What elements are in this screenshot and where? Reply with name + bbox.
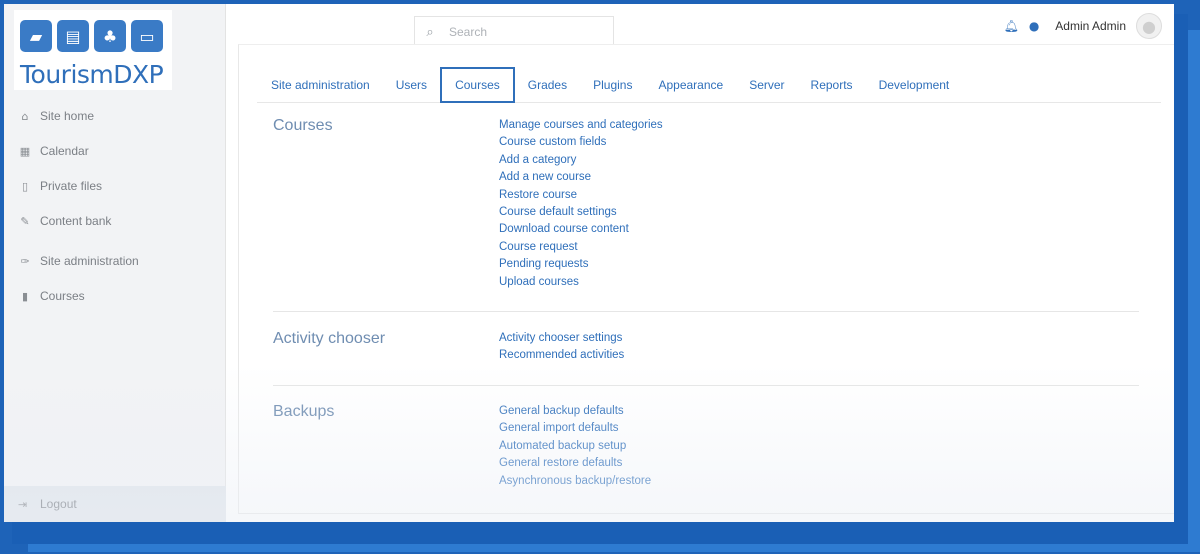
home-icon: ⌂ [21, 109, 29, 123]
section-divider [273, 311, 1139, 312]
sidebar-item-private-files[interactable]: ▯ Private files [4, 174, 226, 198]
sidebar-item-label: Calendar [40, 144, 89, 158]
link-pending-requests[interactable]: Pending requests [499, 256, 663, 273]
section-title: Backups [273, 403, 335, 420]
logout-button[interactable]: ⇥ Logout [4, 486, 226, 522]
logo[interactable]: ▰ ▤ ♣ ▭ TourismDXP [14, 10, 172, 90]
sidebar-item-label: Site administration [40, 254, 139, 268]
sidebar-item-site-home[interactable]: ⌂ Site home [4, 104, 226, 128]
tab-courses[interactable]: Courses [440, 66, 515, 103]
link-add-new-course[interactable]: Add a new course [499, 169, 663, 186]
building-icon: ▤ [57, 20, 89, 52]
link-restore-course[interactable]: Restore course [499, 187, 663, 204]
tab-server[interactable]: Server [736, 67, 797, 103]
sign-out-icon: ⇥ [18, 497, 28, 511]
bell-icon[interactable]: 🔔︎ [1004, 19, 1019, 33]
paintbrush-icon: ✎ [20, 214, 30, 228]
chat-icon[interactable]: ● [1029, 19, 1039, 33]
logo-icons: ▰ ▤ ♣ ▭ [20, 20, 163, 52]
section-title: Activity chooser [273, 330, 386, 347]
section-links: Manage courses and categories Course cus… [499, 117, 663, 291]
link-automated-backup-setup[interactable]: Automated backup setup [499, 438, 651, 455]
link-recommended-activities[interactable]: Recommended activities [499, 347, 624, 364]
link-manage-courses[interactable]: Manage courses and categories [499, 117, 663, 134]
link-general-restore-defaults[interactable]: General restore defaults [499, 455, 651, 472]
search-input[interactable] [449, 25, 609, 39]
tab-development[interactable]: Development [866, 67, 963, 103]
sidebar-item-label: Private files [40, 179, 103, 193]
admin-card: Site administration Users Courses Grades… [238, 44, 1174, 514]
admin-tabs: Site administration Users Courses Grades… [257, 66, 1161, 103]
tab-grades[interactable]: Grades [515, 67, 580, 103]
sidebar-item-site-administration[interactable]: ✑ Site administration [4, 249, 226, 273]
tab-appearance[interactable]: Appearance [645, 67, 736, 103]
sidebar-item-label: Site home [40, 109, 95, 123]
avatar[interactable]: ● [1136, 13, 1162, 39]
logo-text: TourismDXP [20, 60, 164, 89]
section-links: General backup defaults General import d… [499, 403, 651, 490]
link-download-course-content[interactable]: Download course content [499, 221, 663, 238]
link-activity-chooser-settings[interactable]: Activity chooser settings [499, 330, 624, 347]
link-general-import-defaults[interactable]: General import defaults [499, 420, 651, 437]
link-course-default-settings[interactable]: Course default settings [499, 204, 663, 221]
link-course-custom-fields[interactable]: Course custom fields [499, 134, 663, 151]
sidebar-item-label: Content bank [40, 214, 112, 228]
palm-tree-icon: ♣ [94, 20, 126, 52]
user-name[interactable]: Admin Admin [1055, 19, 1126, 33]
sidebar-item-courses[interactable]: ▮ Courses [4, 284, 226, 308]
sidebar: ▰ ▤ ♣ ▭ TourismDXP ⌂ Site home ▦ Calenda… [4, 4, 226, 522]
sidebar-item-content-bank[interactable]: ✎ Content bank [4, 209, 226, 233]
archive-icon: ▮ [21, 289, 29, 303]
logout-label: Logout [40, 497, 77, 511]
link-course-request[interactable]: Course request [499, 239, 663, 256]
tab-plugins[interactable]: Plugins [580, 67, 645, 103]
sidebar-item-calendar[interactable]: ▦ Calendar [4, 139, 226, 163]
sidebar-item-label: Courses [40, 289, 85, 303]
section-divider [273, 385, 1139, 386]
search-icon: ⌕ [426, 24, 434, 40]
user-area: 🔔︎ ● Admin Admin ● [1004, 12, 1162, 40]
tab-users[interactable]: Users [383, 67, 440, 103]
section-title: Courses [273, 117, 333, 134]
browser-window: ▰ ▤ ♣ ▭ TourismDXP ⌂ Site home ▦ Calenda… [4, 4, 1174, 522]
file-icon: ▯ [21, 179, 29, 193]
link-add-category[interactable]: Add a category [499, 152, 663, 169]
link-async-backup-restore[interactable]: Asynchronous backup/restore [499, 473, 651, 490]
link-upload-courses[interactable]: Upload courses [499, 274, 663, 291]
section-links: Activity chooser settings Recommended ac… [499, 330, 624, 365]
tab-reports[interactable]: Reports [798, 67, 866, 103]
link-general-backup-defaults[interactable]: General backup defaults [499, 403, 651, 420]
bed-icon: ▭ [131, 20, 163, 52]
calendar-icon: ▦ [19, 144, 31, 158]
tab-site-administration[interactable]: Site administration [257, 67, 383, 103]
wrench-icon: ✑ [20, 254, 30, 268]
bus-icon: ▰ [20, 20, 52, 52]
